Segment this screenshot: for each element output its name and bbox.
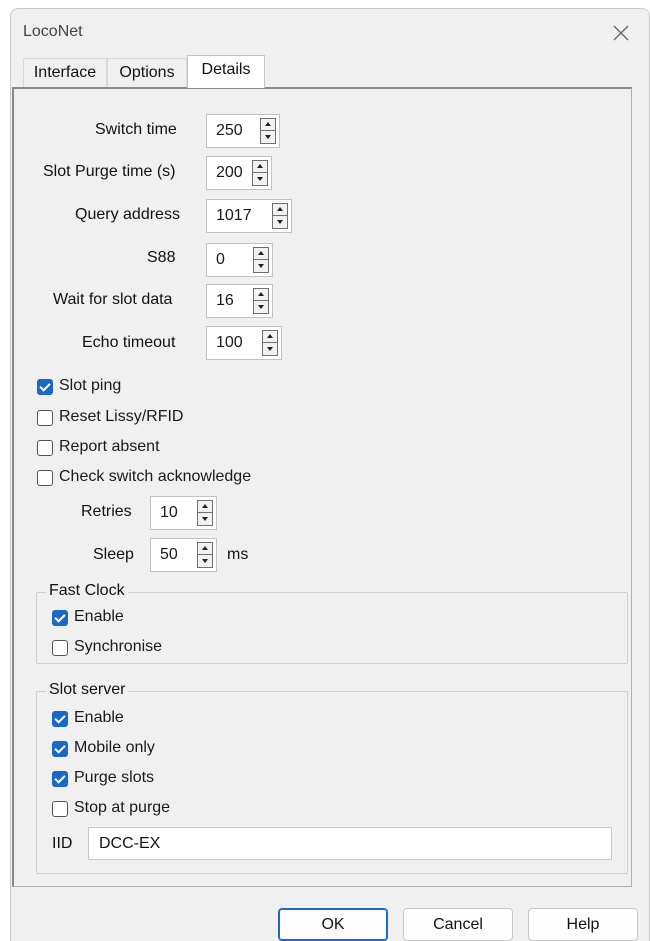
checkbox-checked-icon bbox=[52, 741, 68, 757]
iid-label: IID bbox=[52, 835, 73, 852]
switch-time-spinner[interactable]: 250 bbox=[206, 114, 280, 148]
fast-clock-title: Fast Clock bbox=[46, 582, 128, 600]
reset-lissy-rfid-label: Reset Lissy/RFID bbox=[59, 408, 184, 425]
fast-clock-enable-label: Enable bbox=[74, 608, 124, 625]
decrement-arrow-icon[interactable] bbox=[252, 173, 268, 186]
mobile-only-label: Mobile only bbox=[74, 739, 155, 756]
switch-time-value: 250 bbox=[216, 122, 243, 139]
cancel-button[interactable]: Cancel bbox=[403, 908, 513, 941]
checkbox-unchecked-icon bbox=[52, 640, 68, 656]
slot-purge-time-label: Slot Purge time (s) bbox=[43, 163, 176, 180]
s88-label: S88 bbox=[147, 249, 176, 266]
sleep-value: 50 bbox=[160, 546, 178, 563]
title-bar: LocoNet bbox=[11, 9, 649, 57]
increment-arrow-icon[interactable] bbox=[253, 288, 269, 301]
decrement-arrow-icon[interactable] bbox=[253, 301, 269, 314]
query-address-label: Query address bbox=[75, 206, 180, 223]
increment-arrow-icon[interactable] bbox=[272, 203, 288, 216]
sleep-unit-label: ms bbox=[227, 546, 249, 563]
echo-timeout-value: 100 bbox=[216, 334, 243, 351]
retries-spinner[interactable]: 10 bbox=[150, 496, 217, 530]
switch-time-label: Switch time bbox=[95, 121, 177, 138]
close-icon bbox=[613, 25, 629, 41]
checkbox-checked-icon bbox=[52, 610, 68, 626]
increment-arrow-icon[interactable] bbox=[197, 500, 213, 513]
increment-arrow-icon[interactable] bbox=[262, 330, 278, 343]
slot-server-enable-label: Enable bbox=[74, 709, 124, 726]
report-absent-label: Report absent bbox=[59, 438, 160, 455]
slot-ping-label: Slot ping bbox=[59, 377, 122, 394]
iid-input[interactable] bbox=[88, 827, 612, 860]
query-address-value: 1017 bbox=[216, 207, 252, 224]
wait-for-slot-data-value: 16 bbox=[216, 292, 234, 309]
increment-arrow-icon[interactable] bbox=[260, 118, 276, 131]
increment-arrow-icon[interactable] bbox=[197, 542, 213, 555]
check-switch-acknowledge-label: Check switch acknowledge bbox=[59, 468, 252, 485]
decrement-arrow-icon[interactable] bbox=[260, 131, 276, 144]
window-title: LocoNet bbox=[23, 23, 83, 40]
echo-timeout-spinner[interactable]: 100 bbox=[206, 326, 282, 360]
sleep-label: Sleep bbox=[93, 546, 134, 563]
checkbox-checked-icon bbox=[52, 711, 68, 727]
stop-at-purge-label: Stop at purge bbox=[74, 799, 171, 816]
checkbox-unchecked-icon bbox=[37, 440, 53, 456]
checkbox-unchecked-icon bbox=[52, 801, 68, 817]
tab-interface[interactable]: Interface bbox=[23, 58, 107, 88]
iid-field[interactable] bbox=[89, 828, 611, 859]
checkbox-checked-icon bbox=[37, 379, 53, 395]
query-address-spinner[interactable]: 1017 bbox=[206, 199, 292, 233]
ok-button[interactable]: OK bbox=[278, 908, 388, 941]
retries-label: Retries bbox=[81, 503, 132, 520]
decrement-arrow-icon[interactable] bbox=[262, 343, 278, 356]
help-button[interactable]: Help bbox=[528, 908, 638, 941]
echo-timeout-label: Echo timeout bbox=[82, 334, 176, 351]
decrement-arrow-icon[interactable] bbox=[197, 555, 213, 568]
s88-spinner[interactable]: 0 bbox=[206, 243, 273, 277]
tab-options[interactable]: Options bbox=[107, 58, 187, 88]
wait-for-slot-data-spinner[interactable]: 16 bbox=[206, 284, 273, 318]
decrement-arrow-icon[interactable] bbox=[272, 216, 288, 229]
checkbox-checked-icon bbox=[52, 771, 68, 787]
increment-arrow-icon[interactable] bbox=[253, 247, 269, 260]
decrement-arrow-icon[interactable] bbox=[197, 513, 213, 526]
increment-arrow-icon[interactable] bbox=[252, 160, 268, 173]
fast-clock-synchronise-label: Synchronise bbox=[74, 638, 163, 655]
checkbox-unchecked-icon bbox=[37, 470, 53, 486]
slot-purge-time-value: 200 bbox=[216, 164, 243, 181]
close-button[interactable] bbox=[603, 15, 639, 51]
purge-slots-label: Purge slots bbox=[74, 769, 155, 786]
sleep-spinner[interactable]: 50 bbox=[150, 538, 217, 572]
tab-details[interactable]: Details bbox=[187, 55, 265, 88]
s88-value: 0 bbox=[216, 251, 225, 268]
retries-value: 10 bbox=[160, 504, 178, 521]
decrement-arrow-icon[interactable] bbox=[253, 260, 269, 273]
checkbox-unchecked-icon bbox=[37, 410, 53, 426]
slot-server-title: Slot server bbox=[46, 681, 129, 699]
slot-purge-time-spinner[interactable]: 200 bbox=[206, 156, 272, 190]
wait-for-slot-data-label: Wait for slot data bbox=[53, 291, 173, 308]
